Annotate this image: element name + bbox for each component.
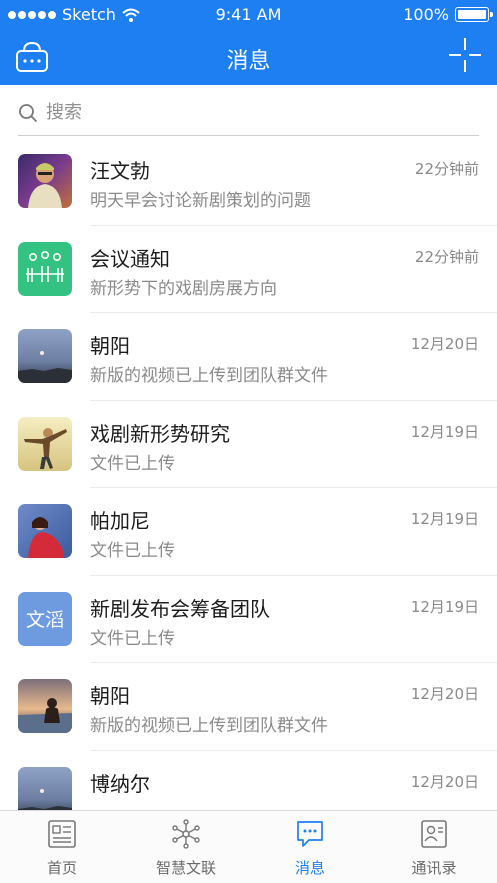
- message-name: 戏剧新形势研究: [90, 421, 230, 446]
- message-time: 12月20日: [410, 335, 479, 353]
- tab-label: 智慧文联: [155, 859, 216, 877]
- avatar: [18, 241, 72, 296]
- scan-icon[interactable]: [447, 36, 483, 74]
- avatar: [18, 416, 72, 471]
- avatar: 文滔: [18, 591, 72, 646]
- message-preview: 新形势下的戏剧房展方向: [90, 278, 277, 299]
- message-name: 汪文勃: [90, 159, 150, 183]
- message-preview: 文件已上传: [90, 541, 175, 561]
- avatar: [18, 679, 72, 733]
- message-name: 新剧发布会筹备团队: [90, 596, 270, 621]
- message-row[interactable]: 会议通知 新形势下的戏剧房展方向 22分钟前: [0, 226, 497, 313]
- tab-contacts[interactable]: 通讯录: [372, 811, 496, 883]
- message-preview: 新版的视频已上传到团队群文件: [90, 366, 328, 386]
- message-row[interactable]: 文滔 新剧发布会筹备团队 文件已上传 12月19日: [0, 576, 497, 663]
- top-bar: Sketch 9:41 AM 100% 消息: [0, 0, 497, 85]
- tab-smart-arts[interactable]: 智慧文联: [124, 811, 248, 883]
- page-title: 消息: [226, 49, 271, 74]
- message-preview: 文件已上传: [90, 453, 175, 474]
- avatar: [18, 329, 72, 383]
- contacts-icon: [421, 820, 447, 848]
- message-name: 朝阳: [90, 684, 130, 708]
- battery-icon: [455, 7, 493, 22]
- message-row[interactable]: 帕加尼 文件已上传 12月19日: [0, 488, 497, 576]
- message-row[interactable]: 朝阳 新版的视频已上传到团队群文件 12月20日: [0, 313, 497, 401]
- message-list: 汪文勃 明天早会讨论新剧策划的问题 22分钟前 会议通知 新形势下的戏剧房展方向…: [0, 138, 497, 810]
- message-row[interactable]: 戏剧新形势研究 文件已上传 12月19日: [0, 401, 497, 488]
- message-time: 12月20日: [410, 685, 479, 703]
- message-preview: 明天早会讨论新剧策划的问题: [90, 191, 311, 211]
- search-input[interactable]: 搜索: [46, 98, 82, 124]
- battery-status: 100%: [403, 5, 493, 24]
- tab-label: 消息: [294, 859, 325, 877]
- message-name: 会议通知: [90, 246, 170, 271]
- avatar: [18, 154, 72, 208]
- nav-bar: 消息: [0, 30, 497, 85]
- meeting-icon: [26, 250, 64, 282]
- avatar: [18, 766, 72, 810]
- search-bar[interactable]: 搜索: [18, 86, 479, 136]
- message-name: 朝阳: [90, 334, 130, 358]
- tab-home[interactable]: 首页: [0, 811, 124, 883]
- tab-label: 通讯录: [411, 859, 457, 877]
- network-icon: [172, 819, 200, 849]
- message-time: 12月20日: [410, 772, 479, 791]
- message-time: 22分钟前: [414, 160, 479, 178]
- message-row[interactable]: 汪文勃 明天早会讨论新剧策划的问题 22分钟前: [0, 138, 497, 226]
- message-time: 22分钟前: [414, 247, 479, 266]
- tab-label: 首页: [46, 859, 77, 877]
- message-time: 12月19日: [410, 422, 479, 441]
- message-row[interactable]: 朝阳 新版的视频已上传到团队群文件 12月20日: [0, 663, 497, 751]
- message-name: 帕加尼: [90, 509, 150, 533]
- chat-icon: [297, 821, 323, 847]
- search-icon: [19, 104, 38, 123]
- status-bar: Sketch 9:41 AM 100%: [0, 0, 497, 30]
- avatar: [18, 504, 72, 558]
- message-name: 博纳尔: [90, 771, 150, 796]
- tab-bar: 首页 智慧文联 消息 通讯录: [0, 810, 497, 883]
- message-time: 12月19日: [410, 510, 479, 528]
- message-preview: 新版的视频已上传到团队群文件: [90, 716, 328, 736]
- battery-label: 100%: [403, 5, 449, 24]
- home-card-icon: [48, 820, 76, 848]
- message-row[interactable]: 博纳尔 12月20日: [0, 751, 497, 810]
- tab-messages[interactable]: 消息: [248, 811, 372, 883]
- message-preview: 文件已上传: [90, 628, 175, 649]
- message-time: 12月19日: [410, 597, 479, 616]
